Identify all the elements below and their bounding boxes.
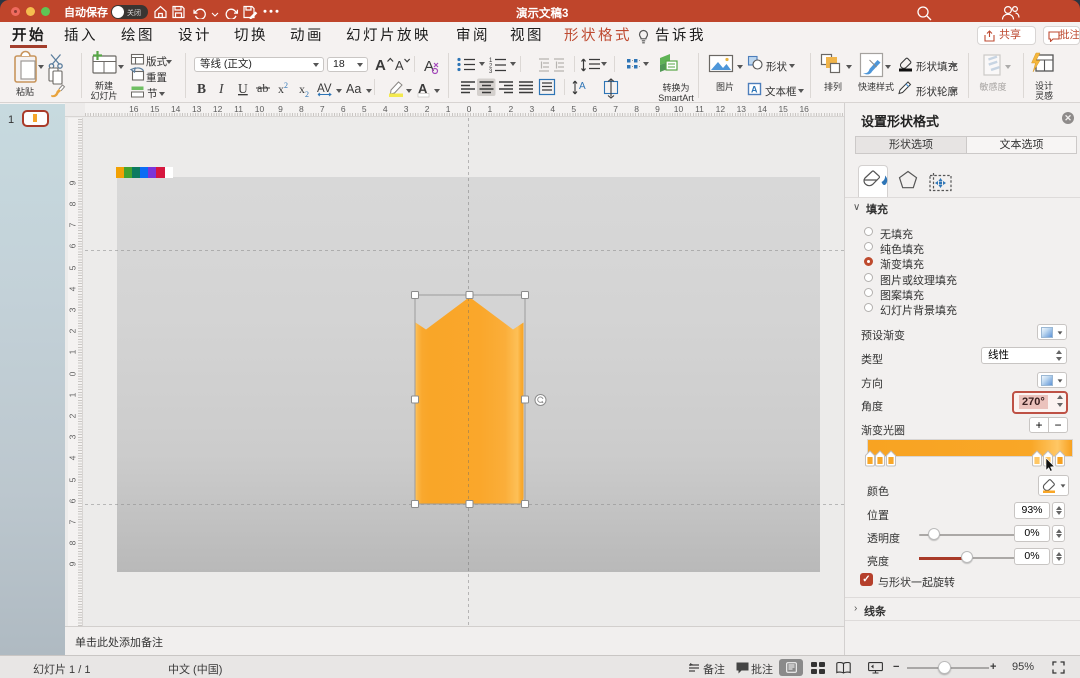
svg-text:Aa: Aa [346, 82, 361, 96]
svg-text:A: A [395, 58, 404, 73]
svg-text:A: A [375, 57, 386, 74]
svg-text:3: 3 [489, 69, 493, 75]
svg-text:2: 2 [305, 90, 309, 99]
svg-text:I: I [218, 81, 225, 96]
svg-text:B: B [197, 81, 206, 96]
svg-text:U: U [238, 81, 248, 96]
svg-text:A: A [751, 85, 758, 95]
svg-text:2: 2 [284, 81, 288, 90]
svg-text:A: A [579, 81, 586, 92]
